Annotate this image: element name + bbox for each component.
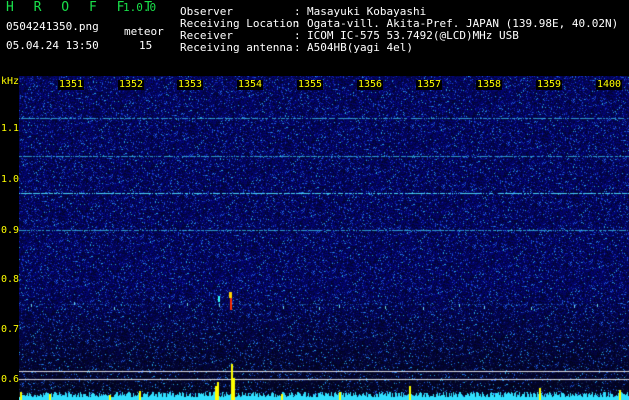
freq-tick-0-6: 0.6 bbox=[1, 374, 20, 385]
info-value-antenna: A504HB(yagi 4el) bbox=[307, 41, 413, 54]
time-tick-1357: 1357 bbox=[416, 79, 443, 90]
freq-unit-label: kHz bbox=[1, 76, 20, 87]
time-tick-1356: 1356 bbox=[357, 79, 384, 90]
freq-tick-1-0: 1.0 bbox=[1, 174, 20, 185]
info-sep: : bbox=[294, 41, 301, 54]
time-tick-1359: 1359 bbox=[536, 79, 563, 90]
freq-tick-1-1: 1.1 bbox=[1, 123, 20, 134]
time-tick-1352: 1352 bbox=[118, 79, 145, 90]
time-tick-1354: 1354 bbox=[237, 79, 264, 90]
freq-tick-0-8: 0.8 bbox=[1, 274, 20, 285]
time-tick-1355: 1355 bbox=[297, 79, 324, 90]
time-tick-1400: 1400 bbox=[596, 79, 623, 90]
time-tick-1358: 1358 bbox=[476, 79, 503, 90]
file-name: 0504241350.png bbox=[6, 20, 99, 33]
time-tick-1351: 1351 bbox=[58, 79, 85, 90]
time-tick-1353: 1353 bbox=[177, 79, 204, 90]
info-label-antenna: Receiving antenna bbox=[180, 41, 293, 54]
header-panel: H R O F F T 1.0.0 0504241350.png 05.04.2… bbox=[0, 0, 629, 76]
file-datetime: 05.04.24 13:50 bbox=[6, 39, 99, 52]
app-version: 1.0.0 bbox=[123, 1, 157, 14]
spectrogram bbox=[19, 76, 629, 400]
freq-tick-0-9: 0.9 bbox=[1, 225, 20, 236]
meteor-label: meteor bbox=[124, 25, 164, 38]
meteor-count: 15 bbox=[139, 39, 153, 52]
freq-tick-0-7: 0.7 bbox=[1, 324, 20, 335]
